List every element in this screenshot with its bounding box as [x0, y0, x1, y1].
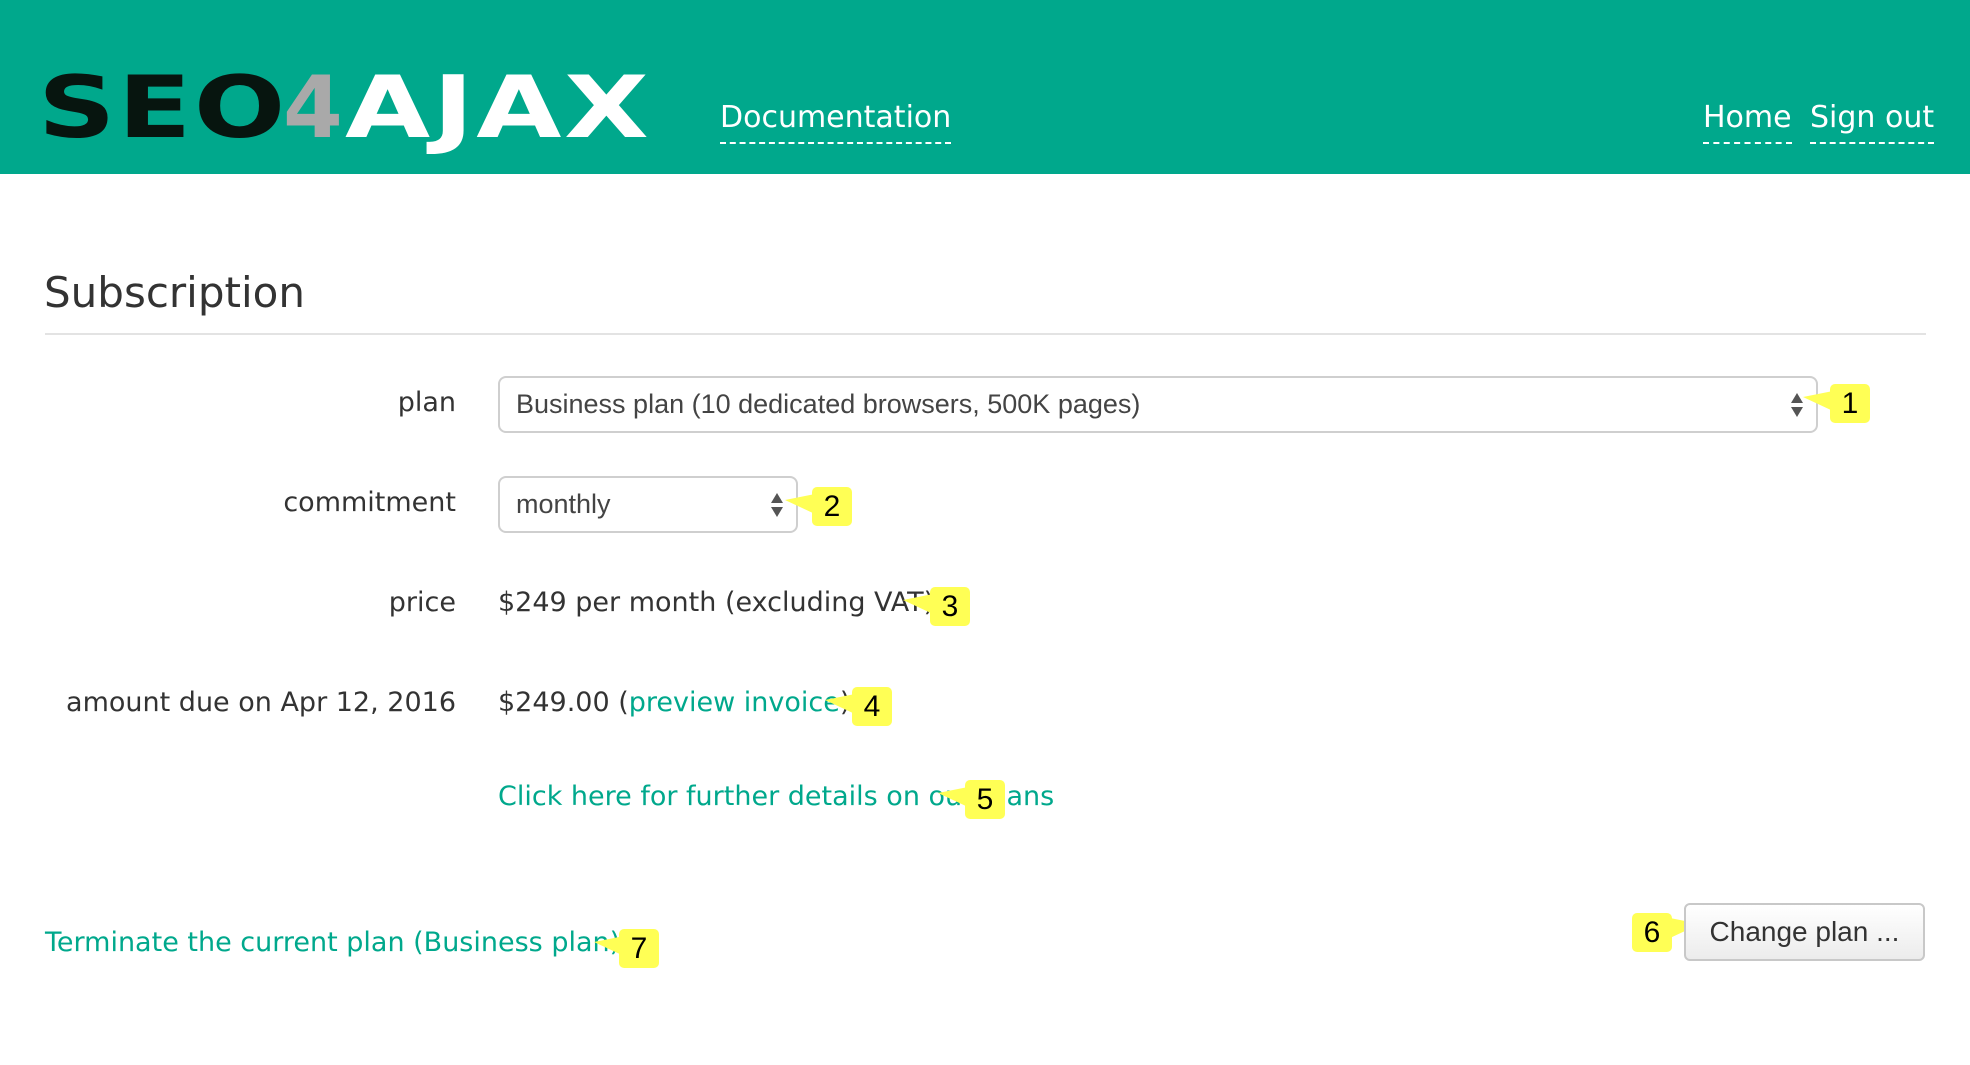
price-label: price	[388, 587, 456, 618]
callout-5: 5	[965, 780, 1005, 819]
callout-7: 7	[619, 929, 659, 968]
preview-invoice-link[interactable]: preview invoice	[629, 687, 840, 718]
callout-2-pointer	[785, 494, 815, 514]
top-header: SEO 4 AJAX Documentation Home Sign out	[0, 0, 1970, 174]
terminate-plan-link[interactable]: Terminate the current plan (Business pla…	[45, 927, 620, 958]
callout-4-pointer	[825, 694, 855, 714]
callout-1-pointer	[1803, 391, 1833, 411]
seo4ajax-logo[interactable]: SEO 4 AJAX	[38, 58, 649, 158]
select-arrows-icon	[1791, 393, 1803, 417]
callout-3: 3	[930, 587, 970, 626]
logo-part-ajax: AJAX	[345, 58, 652, 158]
nav-documentation-link[interactable]: Documentation	[720, 100, 952, 144]
logo-part-seo: SEO	[38, 58, 288, 158]
callout-1: 1	[1830, 384, 1870, 423]
price-value: $249 per month (excluding VAT)	[498, 587, 935, 618]
plan-select[interactable]: Business plan (10 dedicated browsers, 50…	[498, 376, 1818, 433]
nav-sign-out-link[interactable]: Sign out	[1810, 100, 1935, 144]
amount-due-value: $249.00 (preview invoice)	[498, 687, 850, 718]
nav-home-link[interactable]: Home	[1703, 100, 1792, 144]
callout-2: 2	[812, 487, 852, 526]
callout-5-pointer	[938, 787, 968, 807]
commitment-label: commitment	[283, 487, 456, 518]
commitment-select[interactable]: monthly	[498, 476, 798, 533]
callout-6: 6	[1632, 913, 1672, 952]
select-arrows-icon	[771, 493, 783, 517]
amount-due-amount: $249.00 (	[498, 687, 629, 718]
plan-select-value: Business plan (10 dedicated browsers, 50…	[516, 389, 1141, 419]
page-title: Subscription	[44, 268, 305, 317]
callout-3-pointer	[903, 594, 933, 614]
commitment-select-value: monthly	[516, 489, 611, 519]
amount-due-label: amount due on Apr 12, 2016	[66, 687, 456, 718]
title-divider	[45, 333, 1926, 335]
callout-4: 4	[852, 687, 892, 726]
change-plan-button[interactable]: Change plan ...	[1684, 903, 1925, 961]
plan-label: plan	[397, 387, 456, 418]
